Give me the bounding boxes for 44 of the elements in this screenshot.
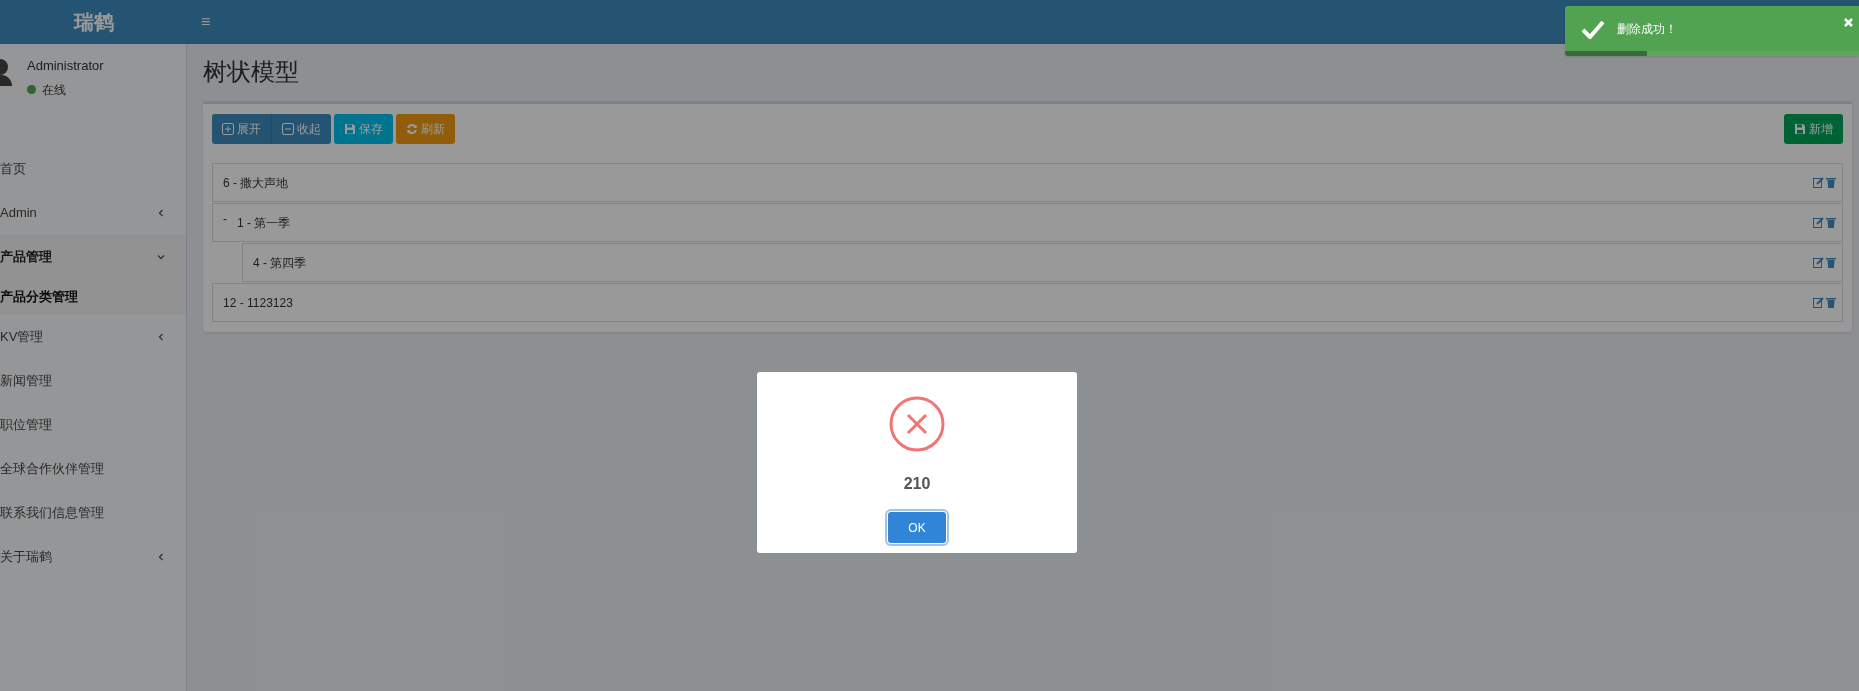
edit-icon[interactable] <box>1813 297 1824 308</box>
refresh-icon <box>406 123 418 135</box>
dialog-message: 210 <box>903 474 931 494</box>
logo-text: 瑞鹤 <box>72 10 115 35</box>
sidebar-item[interactable]: KV管理 <box>0 315 186 359</box>
plus-square-icon <box>222 123 234 135</box>
tree-node[interactable]: 6 - 撒大声地 <box>212 163 1843 202</box>
tree-node[interactable]: - 1 - 第一季 <box>212 203 1843 242</box>
node-label: 12 - 1123123 <box>223 294 293 312</box>
edit-icon[interactable] <box>1813 257 1824 268</box>
sidebar-item[interactable]: 联系我们信息管理 <box>0 491 186 535</box>
page-title: 树状模型 <box>203 57 300 87</box>
user-name: Administrator <box>27 57 104 75</box>
status-text: 在线 <box>42 81 66 99</box>
sidebar-item[interactable]: 首页 <box>0 147 186 191</box>
edit-icon[interactable] <box>1813 177 1824 188</box>
check-icon <box>1581 18 1605 39</box>
edit-icon[interactable] <box>1813 217 1824 228</box>
toolbar-button[interactable]: 收起 <box>272 114 331 144</box>
toggle-marker[interactable]: - <box>223 209 237 228</box>
sidebar-item[interactable]: 关于瑞鹤 <box>0 535 186 579</box>
node-label: 6 - 撒大声地 <box>223 174 289 192</box>
sidebar-item[interactable]: 产品管理 <box>0 235 186 279</box>
error-icon <box>889 396 945 452</box>
node-label: 4 - 第四季 <box>253 254 307 272</box>
node-label: 1 - 第一季 <box>237 214 291 232</box>
sidebar-item[interactable]: 职位管理 <box>0 403 186 447</box>
sidebar-item[interactable]: 新闻管理 <box>0 359 186 403</box>
submenu-item[interactable]: 产品分类管理 <box>0 279 186 315</box>
sidebar-item[interactable]: 全球合作伙伴管理 <box>0 447 186 491</box>
trash-icon[interactable] <box>1826 177 1836 188</box>
minus-square-icon <box>282 123 294 135</box>
tree-node[interactable]: 12 - 1123123 <box>212 283 1843 322</box>
toast-message: 删除成功！ <box>1617 20 1678 38</box>
sidebar-item[interactable]: Admin <box>0 191 186 235</box>
trash-icon[interactable] <box>1826 297 1836 308</box>
menu-button[interactable]: ≡ <box>201 10 211 34</box>
trash-icon[interactable] <box>1826 257 1836 268</box>
tree-node[interactable]: 4 - 第四季 <box>242 243 1843 282</box>
ok-button[interactable]: OK <box>888 512 946 543</box>
add-button[interactable]: 新增 <box>1784 114 1843 144</box>
trash-icon[interactable] <box>1826 217 1836 228</box>
toolbar-button[interactable]: 展开 <box>212 114 272 144</box>
close-button[interactable] <box>1844 18 1853 27</box>
